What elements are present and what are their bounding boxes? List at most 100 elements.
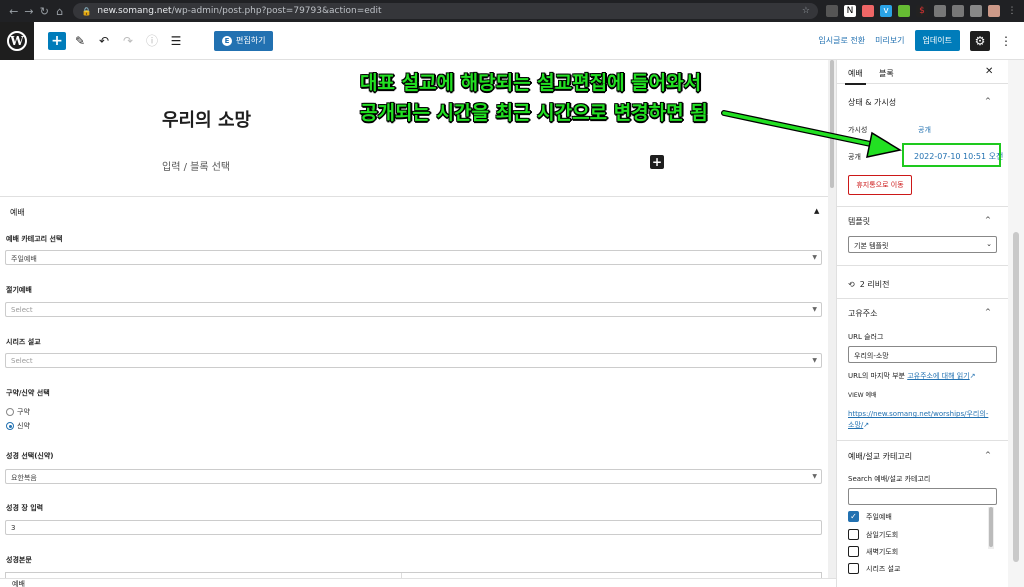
radio-new-testament[interactable]: 신약 <box>6 421 30 431</box>
category-search-input[interactable] <box>848 488 997 505</box>
extension-icon[interactable] <box>862 5 874 17</box>
extension-icon[interactable]: v <box>880 5 892 17</box>
editor-scrollbar[interactable] <box>828 60 836 587</box>
chevron-up-icon[interactable]: ^ <box>985 451 991 459</box>
publish-label: 공개 <box>848 153 861 161</box>
chevron-up-icon[interactable]: ^ <box>985 308 991 316</box>
category-item[interactable]: ✓ 주일예배 <box>848 511 892 522</box>
url-slug-input[interactable]: 우리의-소망 <box>848 346 997 363</box>
url-help-text: URL의 마지막 부분 고유주소에 대해 읽기↗ <box>848 371 976 381</box>
address-bar[interactable]: 🔒 new.somang.net /wp-admin/post.php?post… <box>73 3 818 19</box>
instruction-annotation: 대표 설교에 해당되는 설교편집에 들어와서 공개되는 시간을 최근 시간으로 … <box>360 68 740 128</box>
bottom-metabox-title[interactable]: 예배 <box>0 578 836 587</box>
block-placeholder[interactable]: 입력 / 블록 선택 <box>162 158 230 173</box>
sidebar-scrollbar[interactable] <box>1008 60 1024 587</box>
view-post-link-line2[interactable]: 소망/↗ <box>848 420 869 430</box>
home-icon[interactable]: ⌂ <box>52 5 67 18</box>
checkbox[interactable] <box>848 546 859 557</box>
chapter-input[interactable]: 3 <box>5 520 822 535</box>
season-worship-select[interactable]: Select ▼ <box>5 302 822 317</box>
wordpress-logo-icon[interactable]: W <box>0 21 34 60</box>
pencil-tools-icon[interactable]: ✎ <box>70 31 90 51</box>
edit-with-builder-button[interactable]: E 편집하기 <box>214 30 274 51</box>
post-title[interactable]: 우리의 소망 <box>162 106 251 132</box>
media-icon[interactable] <box>952 5 964 17</box>
profile-avatar-icon[interactable] <box>988 5 1000 17</box>
permalink-read-link[interactable]: 고유주소에 대해 읽기 <box>907 372 969 380</box>
bookmark-star-icon[interactable]: ☆ <box>802 6 810 16</box>
metabox-title[interactable]: 예배 <box>10 207 25 218</box>
series-sermon-label: 시리즈 설교 <box>6 338 41 346</box>
template-value: 기본 템플릿 <box>854 242 889 250</box>
add-block-icon[interactable]: + <box>48 31 66 50</box>
template-title[interactable]: 템플릿 <box>848 216 870 227</box>
redo-icon[interactable]: ↷ <box>118 31 138 51</box>
scrollbar-thumb[interactable] <box>830 60 834 188</box>
back-icon[interactable]: ← <box>6 5 21 18</box>
chevron-up-icon[interactable]: ^ <box>985 97 991 105</box>
settings-gear-icon[interactable]: ⚙ <box>970 30 990 51</box>
tab-block[interactable]: 블록 <box>879 68 894 79</box>
category-title[interactable]: 예배/설교 카테고리 <box>848 451 912 462</box>
chevron-up-icon[interactable]: ^ <box>985 216 991 224</box>
worship-category-select[interactable]: 주일예배 ▼ <box>5 250 822 265</box>
status-visibility-title[interactable]: 상태 & 가시성 <box>848 97 896 108</box>
move-to-trash-button[interactable]: 휴지통으로 이동 <box>848 175 912 195</box>
category-search-label: Search 예배/설교 카테고리 <box>848 475 931 483</box>
extension-icon[interactable]: N <box>844 5 856 17</box>
bible-book-select[interactable]: 요한복음 ▼ <box>5 469 822 484</box>
preview-button[interactable]: 미리보기 <box>875 35 904 46</box>
chevron-down-icon: ▼ <box>812 254 817 261</box>
checkbox-checked[interactable]: ✓ <box>848 511 859 522</box>
template-select[interactable]: 기본 템플릿 ⌄ <box>848 236 997 253</box>
tab-post[interactable]: 예배 <box>845 68 866 85</box>
checkbox[interactable] <box>848 529 859 540</box>
list-view-icon[interactable]: ☰ <box>166 31 186 51</box>
revisions-row[interactable]: ⟲ 2 리비전 <box>848 279 890 290</box>
chevron-down-icon: ⌄ <box>986 240 992 248</box>
testament-label: 구약/신약 선택 <box>6 389 50 397</box>
divider <box>837 265 1008 266</box>
kebab-menu-icon[interactable]: ⋮ <box>1006 5 1018 17</box>
category-item[interactable]: 시리즈 설교 <box>848 563 900 574</box>
collapse-caret-icon[interactable]: ▲ <box>814 207 819 215</box>
view-post-link-text[interactable]: 소망/ <box>848 421 863 429</box>
reload-icon[interactable]: ↻ <box>37 5 52 18</box>
checkbox[interactable] <box>848 563 859 574</box>
worship-category-value: 주일예배 <box>11 255 37 263</box>
options-kebab-icon[interactable]: ⋮ <box>1000 34 1012 48</box>
scrollbar-thumb[interactable] <box>1013 232 1019 562</box>
radio-circle[interactable] <box>6 422 14 430</box>
switch-to-draft-button[interactable]: 임시글로 전환 <box>818 35 865 46</box>
radio-circle[interactable] <box>6 408 14 416</box>
category-label: 새벽기도회 <box>866 547 899 556</box>
external-link-icon: ↗ <box>969 372 976 380</box>
chapter-label: 성경 장 입력 <box>6 504 44 512</box>
close-icon[interactable]: ✕ <box>985 66 993 77</box>
external-link-icon: ↗ <box>863 421 870 429</box>
extension-icon[interactable]: $ <box>916 5 928 17</box>
view-post-link-line1[interactable]: https://new.somang.net/worships/우리의- <box>848 409 988 419</box>
inline-add-block-icon[interactable]: + <box>650 155 664 169</box>
visibility-toggle[interactable]: 공개 <box>918 125 931 135</box>
category-list-scrollbar[interactable] <box>988 507 994 549</box>
category-item[interactable]: 삼일기도회 <box>848 529 898 540</box>
scrollbar-thumb[interactable] <box>989 507 993 547</box>
forward-icon[interactable]: → <box>21 5 36 18</box>
permalink-title[interactable]: 고유주소 <box>848 308 877 319</box>
category-item[interactable]: 새벽기도회 <box>848 546 898 557</box>
radio-label: 구약 <box>17 408 30 416</box>
puzzle-icon[interactable] <box>934 5 946 17</box>
extension-icon[interactable] <box>826 5 838 17</box>
chevron-down-icon: ▼ <box>812 357 817 364</box>
radio-old-testament[interactable]: 구약 <box>6 407 30 417</box>
browser-toolbar: ← → ↻ ⌂ 🔒 new.somang.net /wp-admin/post.… <box>0 0 1024 22</box>
series-sermon-select[interactable]: Select ▼ <box>5 353 822 368</box>
undo-icon[interactable]: ↶ <box>94 31 114 51</box>
divider <box>837 298 1008 299</box>
sidepanel-icon[interactable] <box>970 5 982 17</box>
info-icon[interactable]: ⓘ <box>142 31 162 51</box>
extension-icon[interactable] <box>898 5 910 17</box>
url-slug-label: URL 슬러그 <box>848 333 884 341</box>
update-button[interactable]: 업데이트 <box>914 30 960 51</box>
